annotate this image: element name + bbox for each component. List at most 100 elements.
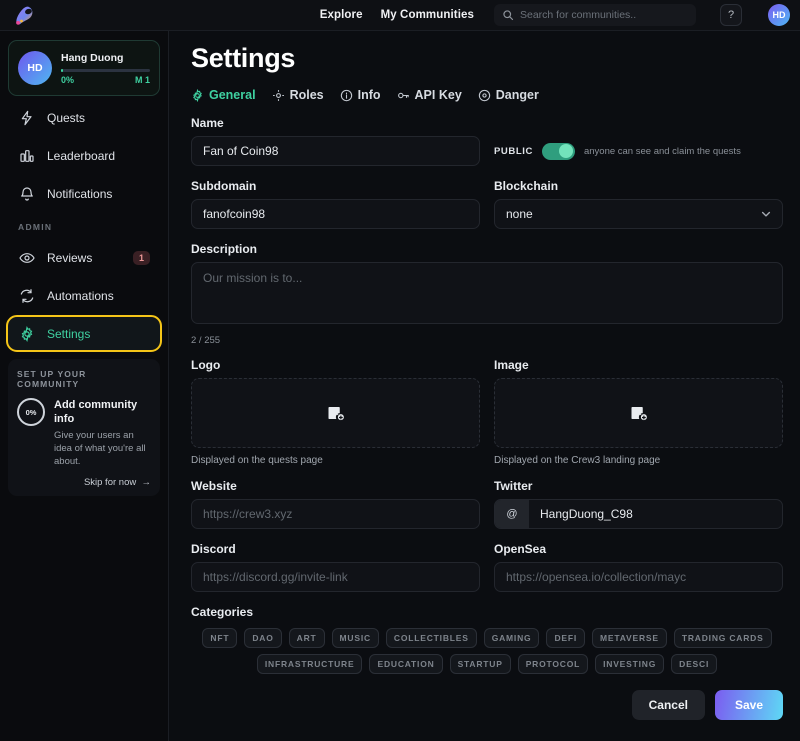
profile-progress-bar [61, 68, 150, 72]
subdomain-field-group: Subdomain [191, 179, 480, 229]
tab-info[interactable]: Info [340, 88, 381, 102]
tab-roles[interactable]: Roles [272, 88, 324, 102]
opensea-label: OpenSea [494, 542, 547, 556]
category-chip-list: NFT DAO ART MUSIC COLLECTIBLES GAMING DEFI META… [191, 628, 783, 674]
sidebar: HD Hang Duong 0% M 1 Quests Leaderboard [0, 31, 169, 741]
description-counter: 2 / 255 [191, 335, 221, 346]
nav-link-explore[interactable]: Explore [320, 9, 363, 21]
public-label: PUBLIC [494, 145, 533, 157]
category-chip[interactable]: NFT [202, 628, 238, 648]
profile-meta: 0% M 1 [61, 75, 150, 85]
categories-label: Categories [191, 605, 254, 619]
categories-group: Categories NFT DAO ART MUSIC COLLECTIBLES GAM… [191, 605, 783, 674]
search-icon [502, 9, 514, 21]
public-hint: anyone can see and claim the quests [583, 145, 741, 157]
category-chip[interactable]: INFRASTRUCTURE [256, 654, 363, 674]
cancel-button[interactable]: Cancel [631, 690, 705, 720]
name-input[interactable] [191, 136, 480, 166]
tab-label: Info [357, 88, 381, 102]
twitter-input-wrap: @ [494, 499, 783, 529]
category-chip[interactable]: TRADING CARDS [673, 628, 772, 648]
logo-dropzone[interactable] [191, 378, 480, 448]
category-chip[interactable]: DEFI [546, 628, 585, 648]
image-dropzone[interactable] [494, 378, 783, 448]
category-chip[interactable]: DAO [244, 628, 282, 648]
image-caption: Displayed on the Crew3 landing page [494, 455, 661, 466]
blockchain-label: Blockchain [494, 179, 559, 193]
help-button[interactable]: ? [720, 4, 742, 26]
nav-link-my-communities[interactable]: My Communities [381, 9, 474, 21]
opensea-input[interactable] [494, 562, 783, 592]
tab-api-key[interactable]: API Key [397, 88, 462, 102]
sidebar-item-label: Reviews [47, 250, 93, 265]
description-label: Description [191, 242, 258, 256]
add-image-icon [327, 404, 345, 422]
sidebar-item-reviews[interactable]: Reviews 1 [8, 241, 160, 274]
crew3-logo-icon[interactable] [10, 2, 40, 28]
save-button[interactable]: Save [714, 690, 783, 720]
twitter-label: Twitter [494, 479, 533, 493]
sidebar-item-label: Settings [47, 326, 91, 341]
public-toggle-group: PUBLIC anyone can see and claim the ques… [494, 136, 783, 166]
category-chip[interactable]: METAVERSE [592, 628, 667, 648]
sidebar-item-label: Quests [47, 110, 86, 125]
subdomain-blockchain-row: Subdomain Blockchain [191, 179, 783, 229]
sidebar-item-label: Automations [47, 288, 114, 303]
profile-card[interactable]: HD Hang Duong 0% M 1 [8, 40, 160, 96]
opensea-field-group: OpenSea [494, 542, 783, 592]
category-chip[interactable]: GAMING [483, 628, 540, 648]
sync-icon [18, 287, 35, 304]
name-field-group: Name [191, 116, 480, 166]
blockchain-field-group: Blockchain [494, 179, 783, 229]
image-label: Image [494, 358, 529, 372]
discord-input[interactable] [191, 562, 480, 592]
twitter-input[interactable] [529, 500, 782, 528]
category-chip[interactable]: INVESTING [595, 654, 665, 674]
sidebar-item-label: Notifications [47, 186, 113, 201]
category-chip[interactable]: STARTUP [449, 654, 511, 674]
public-toggle[interactable] [541, 142, 575, 160]
description-textarea[interactable] [191, 262, 783, 324]
blockchain-select-wrap [494, 199, 783, 229]
tab-label: Danger [495, 88, 539, 102]
category-chip[interactable]: MUSIC [331, 628, 379, 648]
profile-details: Hang Duong 0% M 1 [61, 52, 150, 85]
blockchain-select[interactable] [494, 199, 783, 229]
info-icon [340, 89, 353, 102]
search-input[interactable] [520, 9, 688, 21]
subdomain-input[interactable] [191, 199, 480, 229]
roles-icon [272, 89, 285, 102]
setup-card-description: Give your users an idea of what you're a… [54, 430, 146, 467]
search-box[interactable] [494, 4, 696, 26]
logo-field-group: Logo Displayed on the quests page [191, 358, 480, 466]
sidebar-item-notifications[interactable]: Notifications [8, 177, 160, 210]
tab-general[interactable]: General [191, 88, 256, 102]
setup-card-title: SET UP YOUR COMMUNITY [17, 369, 87, 389]
tab-danger[interactable]: Danger [478, 88, 539, 102]
avatar[interactable]: HD [768, 4, 790, 26]
category-chip[interactable]: COLLECTIBLES [385, 628, 477, 648]
tab-label: Roles [289, 88, 324, 102]
sidebar-item-quests[interactable]: Quests [8, 101, 160, 134]
category-chip[interactable]: ART [288, 628, 325, 648]
sidebar-section-admin: ADMIN [18, 222, 53, 232]
category-chip[interactable]: DESCI [671, 654, 718, 674]
top-bar: Explore My Communities ? HD [0, 0, 800, 31]
setup-community-card: SET UP YOUR COMMUNITY 0% Add community i… [8, 359, 160, 496]
discord-opensea-row: Discord OpenSea [191, 542, 783, 592]
main-content: Settings General Roles Info API Key Dang… [169, 31, 800, 741]
sidebar-item-leaderboard[interactable]: Leaderboard [8, 139, 160, 172]
setup-card-heading: Add community info [54, 399, 138, 425]
add-image-icon [630, 404, 648, 422]
category-chip[interactable]: PROTOCOL [517, 654, 589, 674]
website-input[interactable] [191, 499, 480, 529]
sidebar-item-automations[interactable]: Automations [8, 279, 160, 312]
category-chip[interactable]: EDUCATION [369, 654, 443, 674]
logo-caption: Displayed on the quests page [191, 455, 323, 466]
bolt-icon [18, 109, 35, 126]
gear-icon [18, 325, 35, 342]
arrow-right-icon: → [138, 477, 151, 488]
skip-for-now-link[interactable]: Skip for now → [17, 477, 151, 488]
sidebar-item-settings[interactable]: Settings [6, 315, 162, 352]
media-row: Logo Displayed on the quests page Image [191, 358, 783, 466]
